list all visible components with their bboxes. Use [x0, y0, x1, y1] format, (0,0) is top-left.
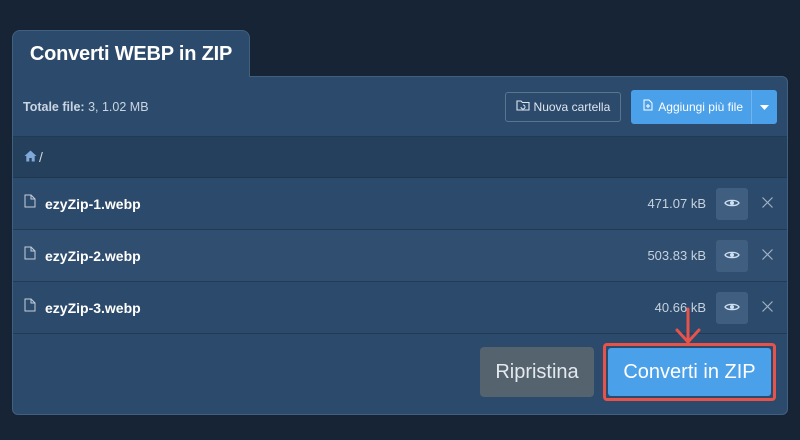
- add-files-main[interactable]: Aggiungi più file: [631, 90, 751, 124]
- reset-button[interactable]: Ripristina: [480, 347, 594, 397]
- eye-icon: [724, 299, 740, 317]
- file-row: ezyZip-2.webp 503.83 kB: [13, 230, 787, 282]
- file-name: ezyZip-2.webp: [45, 247, 141, 264]
- preview-button[interactable]: [716, 291, 748, 324]
- close-icon: [761, 195, 773, 213]
- close-icon: [761, 299, 773, 317]
- new-folder-label: Nuova cartella: [533, 99, 611, 114]
- add-files-dropdown-toggle[interactable]: [751, 89, 777, 124]
- total-files-label: Totale file:: [23, 99, 85, 114]
- breadcrumb-path: /: [39, 149, 43, 165]
- file-panel: Totale file: 3, 1.02 MB Nuova cartella A…: [12, 76, 788, 415]
- convert-highlight-frame: Converti in ZIP: [603, 343, 776, 401]
- preview-button[interactable]: [716, 187, 748, 220]
- reset-label: Ripristina: [495, 360, 579, 383]
- file-row: ezyZip-1.webp 471.07 kB: [13, 178, 787, 230]
- file-plus-icon: [643, 99, 653, 114]
- remove-file-button[interactable]: [756, 297, 778, 319]
- breadcrumb: /: [13, 137, 787, 178]
- eye-icon: [724, 195, 740, 213]
- file-name: ezyZip-3.webp: [45, 299, 141, 316]
- eye-icon: [724, 247, 740, 265]
- preview-button[interactable]: [716, 239, 748, 272]
- convert-button[interactable]: Converti in ZIP: [608, 348, 771, 396]
- add-files-label: Aggiungi più file: [658, 99, 743, 114]
- file-name: ezyZip-1.webp: [45, 195, 141, 212]
- file-icon: [24, 298, 36, 317]
- total-files: Totale file: 3, 1.02 MB: [23, 100, 149, 114]
- add-files-button[interactable]: Aggiungi più file: [631, 89, 777, 124]
- convert-label: Converti in ZIP: [623, 360, 756, 383]
- tab-convert-webp-zip[interactable]: Converti WEBP in ZIP: [12, 30, 250, 77]
- file-icon: [24, 246, 36, 265]
- remove-file-button[interactable]: [756, 193, 778, 215]
- file-size: 471.07 kB: [647, 196, 706, 211]
- file-size: 503.83 kB: [647, 248, 706, 263]
- new-folder-button[interactable]: Nuova cartella: [504, 91, 622, 122]
- caret-down-icon: [760, 100, 769, 114]
- annotation-arrow-icon: [675, 307, 701, 344]
- close-icon: [761, 247, 773, 265]
- total-files-value: 3, 1.02 MB: [88, 99, 149, 114]
- toolbar: Totale file: 3, 1.02 MB Nuova cartella A…: [13, 77, 787, 137]
- remove-file-button[interactable]: [756, 245, 778, 267]
- file-icon: [24, 194, 36, 213]
- tab-title: Converti WEBP in ZIP: [29, 42, 233, 65]
- home-icon[interactable]: [24, 149, 37, 165]
- folder-refresh-icon: [515, 99, 530, 114]
